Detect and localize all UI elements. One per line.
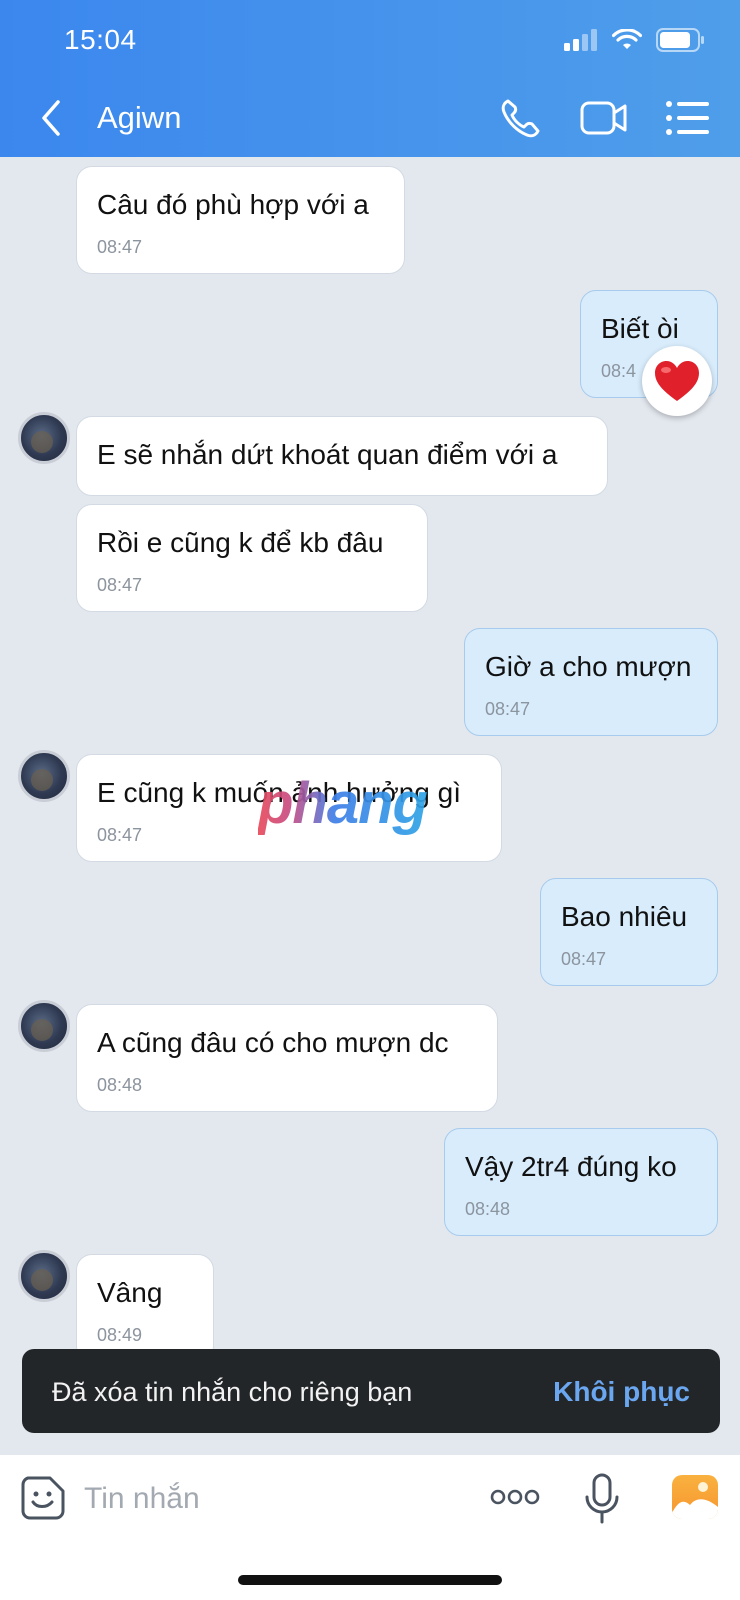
message-bubble-incoming[interactable]: Rồi e cũng k để kb đâu 08:47	[76, 504, 428, 612]
message-text: Vâng	[97, 1277, 163, 1308]
toast-message: Đã xóa tin nhắn cho riêng bạn	[52, 1377, 413, 1407]
message-text: Vậy 2tr4 đúng ko	[465, 1151, 677, 1182]
message-bubble-outgoing[interactable]: Vậy 2tr4 đúng ko 08:48	[444, 1128, 718, 1236]
more-dots-icon[interactable]	[490, 1485, 540, 1509]
message-time: 08:47	[97, 825, 143, 845]
message-composer	[0, 1455, 740, 1600]
message-time: 08:4	[601, 361, 637, 381]
list-menu-icon[interactable]	[664, 95, 712, 141]
restore-button[interactable]: Khôi phục	[553, 1376, 690, 1408]
message-text: Bao nhiêu	[561, 901, 688, 932]
image-gallery-icon[interactable]	[672, 1475, 718, 1519]
message-text: Biết òi	[601, 313, 679, 344]
message-text: A cũng đâu có cho mượn dc	[97, 1027, 449, 1058]
heart-icon	[655, 361, 699, 401]
home-indicator	[238, 1575, 502, 1585]
message-text: E sẽ nhắn dứt khoát quan điểm với a	[97, 439, 558, 470]
contact-avatar[interactable]	[18, 412, 70, 464]
heart-reaction-icon[interactable]	[642, 346, 712, 416]
wifi-icon	[612, 29, 642, 49]
message-bubble-incoming[interactable]: E sẽ nhắn dứt khoát quan điểm với a	[76, 416, 608, 496]
video-camera-icon[interactable]	[580, 95, 628, 141]
contact-avatar[interactable]	[18, 1250, 70, 1302]
message-time: 08:47	[485, 699, 531, 719]
message-time: 08:48	[465, 1199, 511, 1219]
cloud-image-icon	[672, 1482, 718, 1519]
contact-avatar[interactable]	[18, 1000, 70, 1052]
message-text: Rồi e cũng k để kb đâu	[97, 527, 384, 558]
message-time: 08:48	[97, 1075, 143, 1095]
message-bubble-outgoing[interactable]: Giờ a cho mượn 08:47	[464, 628, 718, 736]
status-icons	[564, 28, 704, 52]
microphone-icon[interactable]	[584, 1473, 620, 1525]
message-time: 08:47	[97, 237, 143, 257]
contact-avatar[interactable]	[18, 750, 70, 802]
message-text: Giờ a cho mượn	[485, 651, 692, 682]
status-time: 15:04	[64, 24, 137, 55]
chat-header: 15:04 Agiwn	[0, 0, 740, 157]
message-text: Câu đó phù hợp với a	[97, 189, 369, 220]
back-chevron-left-icon[interactable]	[36, 98, 66, 138]
message-time: 08:49	[97, 1325, 143, 1345]
message-input[interactable]	[84, 1477, 464, 1521]
watermark-logo: phang	[258, 771, 428, 836]
signal-icon	[564, 29, 597, 51]
battery-icon	[656, 28, 704, 52]
message-bubble-incoming[interactable]: Câu đó phù hợp với a 08:47	[76, 166, 405, 274]
contact-name[interactable]: Agiwn	[97, 100, 181, 136]
message-bubble-outgoing[interactable]: Bao nhiêu 08:47	[540, 878, 718, 986]
message-time: 08:47	[97, 575, 143, 595]
sticker-smile-icon[interactable]	[20, 1475, 66, 1521]
message-time: 08:47	[561, 949, 607, 969]
phone-icon[interactable]	[498, 95, 546, 141]
message-bubble-incoming[interactable]: A cũng đâu có cho mượn dc 08:48	[76, 1004, 498, 1112]
message-bubble-incoming[interactable]: Vâng 08:49	[76, 1254, 214, 1362]
undo-toast: Đã xóa tin nhắn cho riêng bạn Khôi phục	[22, 1349, 720, 1433]
